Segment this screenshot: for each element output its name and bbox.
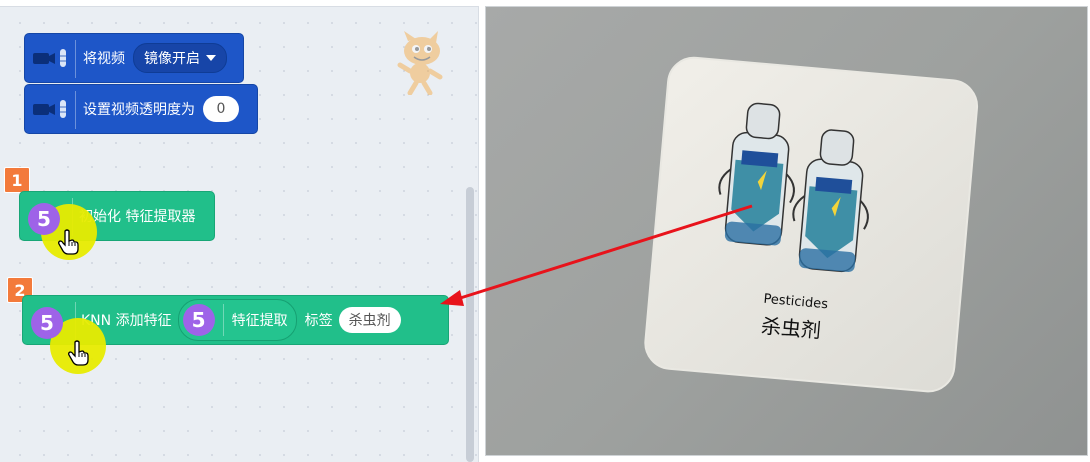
annotation-arrow <box>440 204 753 306</box>
